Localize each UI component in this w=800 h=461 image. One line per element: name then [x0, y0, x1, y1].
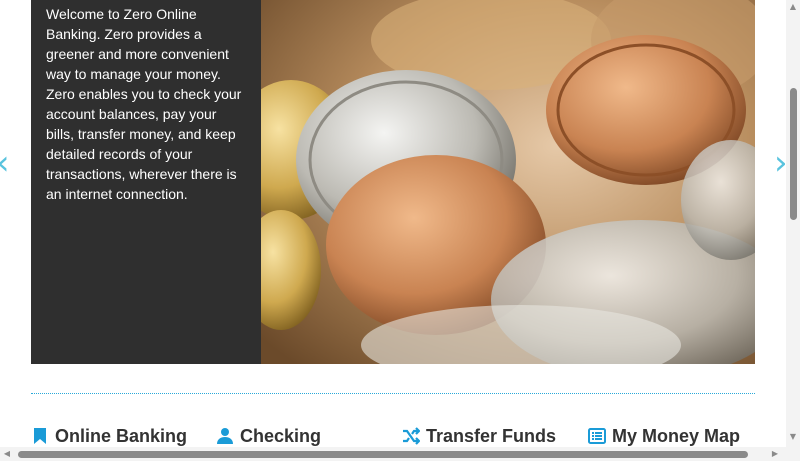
feature-my-money-map[interactable]: My Money Map — [588, 425, 740, 447]
list-alt-icon — [588, 427, 606, 445]
feature-label: My Money Map — [612, 425, 741, 446]
carousel-image-coins — [261, 0, 755, 364]
horizontal-scroll-thumb[interactable] — [18, 451, 748, 458]
feature-label: Checking — [240, 425, 322, 446]
section-divider — [31, 393, 755, 394]
scroll-up-arrow[interactable]: ▲ — [788, 2, 798, 12]
bookmark-icon — [31, 427, 49, 445]
scrollbar-corner — [786, 447, 800, 461]
vertical-scroll-thumb[interactable] — [790, 88, 797, 220]
feature-online-banking[interactable]: Online Banking — [31, 425, 187, 447]
feature-checking[interactable]: Checking — [216, 425, 321, 447]
user-icon — [216, 427, 234, 445]
shuffle-icon — [402, 427, 420, 445]
vertical-scrollbar[interactable]: ▲ ▼ — [786, 0, 800, 447]
scroll-down-arrow[interactable]: ▼ — [788, 432, 798, 442]
coins-photo — [261, 0, 755, 364]
feature-label: Online Banking — [55, 425, 188, 446]
feature-label: Transfer Funds — [426, 425, 557, 446]
horizontal-scrollbar[interactable]: ◀ ▶ — [0, 447, 786, 461]
carousel-prev-arrow[interactable]: ‹ — [0, 146, 10, 180]
carousel-caption-panel: Welcome to Zero Online Banking. Zero pro… — [31, 0, 261, 364]
feature-transfer-funds[interactable]: Transfer Funds — [402, 425, 556, 447]
scroll-left-arrow[interactable]: ◀ — [2, 449, 12, 459]
carousel-caption-text: Welcome to Zero Online Banking. Zero pro… — [46, 6, 242, 202]
scroll-right-arrow[interactable]: ▶ — [770, 449, 780, 459]
